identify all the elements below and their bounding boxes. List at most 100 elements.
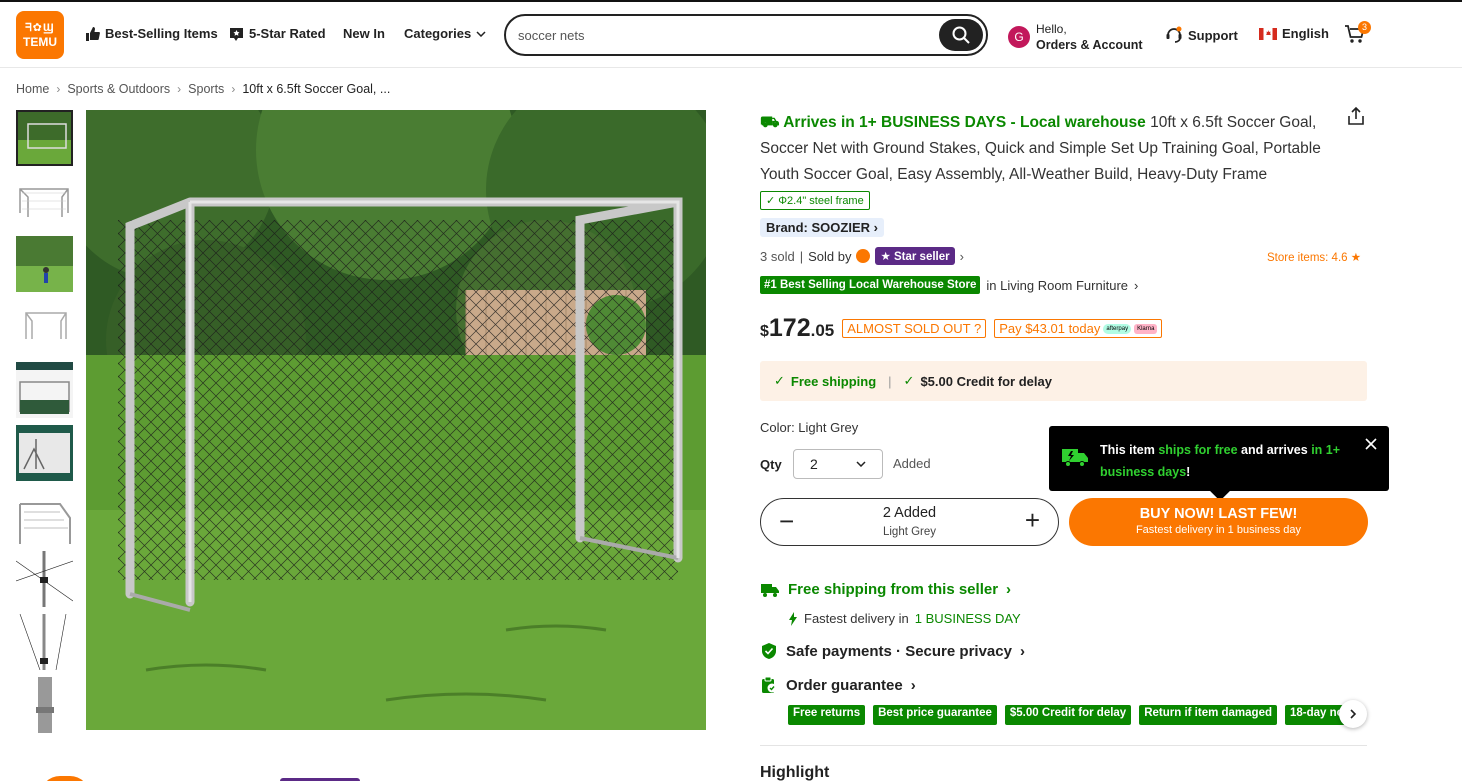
thumbnail-3[interactable] <box>16 236 73 292</box>
nav-categories-label: Categories <box>404 26 472 41</box>
search-button[interactable] <box>939 19 983 51</box>
shield-icon <box>762 643 776 659</box>
free-shipping-tooltip: This item ships for free and arrives in … <box>1049 426 1389 501</box>
nav-new-in-label: New In <box>343 26 385 41</box>
avatar[interactable]: G <box>1008 26 1030 48</box>
fastest-delivery-label: Fastest delivery in <box>804 611 909 626</box>
sold-by-label: Sold by <box>808 248 852 264</box>
chevron-down-icon <box>476 30 486 37</box>
account-greeting: Hello, <box>1036 22 1067 36</box>
chevron-right-icon: › <box>1134 277 1139 293</box>
breadcrumb-home[interactable]: Home <box>16 82 49 96</box>
main-product-image[interactable] <box>86 110 706 730</box>
quantity-stepper: − 2 Added Light Grey + <box>760 498 1059 546</box>
thumbnail-1[interactable] <box>16 110 73 166</box>
stepper-count: 2 Added <box>882 505 937 521</box>
store-items-rating[interactable]: Store items: 4.6 ★ <box>1267 250 1361 264</box>
nav-five-star[interactable]: 5-Star Rated <box>229 26 326 41</box>
star-seller-badge[interactable]: ★ Star seller <box>875 247 955 265</box>
shipping-info-box[interactable]: ✓ Free shipping | ✓ $5.00 Credit for del… <box>760 361 1367 401</box>
thumbnail-7[interactable] <box>16 488 73 544</box>
close-icon[interactable] <box>1365 438 1377 450</box>
divider: | <box>888 373 892 389</box>
arrival-text: Arrives in 1+ BUSINESS DAYS <box>783 114 1007 131</box>
pay-today-label: Pay $43.01 today <box>999 321 1101 336</box>
canada-flag-icon <box>1259 27 1277 40</box>
breadcrumb-sports[interactable]: Sports <box>188 82 224 96</box>
thumbnail-4[interactable] <box>16 299 73 355</box>
free-shipping-label: Free shipping <box>790 373 877 389</box>
increment-button[interactable]: + <box>1025 507 1040 533</box>
free-shipping-seller-link[interactable]: Free shipping from this seller › <box>760 581 1011 598</box>
buy-now-sublabel: Fastest delivery in 1 business day <box>1135 524 1302 536</box>
truck-icon <box>1062 449 1088 467</box>
chevron-right-icon: › <box>910 676 916 694</box>
language-label: English <box>1282 26 1329 41</box>
seller-row: 3 sold | Sold by ★ Star seller › <box>760 247 964 265</box>
temu-logo[interactable]: ᖷ✿Ϣ TEMU <box>16 11 64 59</box>
breadcrumb-sports-outdoors[interactable]: Sports & Outdoors <box>67 82 170 96</box>
guarantee-tags: Free returns Best price guarantee $5.00 … <box>788 705 1344 725</box>
nav-categories[interactable]: Categories <box>404 26 486 41</box>
price: $172.05 <box>760 314 835 342</box>
store-items-label: Store items: 4.6 <box>1267 252 1348 264</box>
search-bar <box>504 14 988 56</box>
support-icon <box>1166 26 1182 43</box>
lightning-icon <box>789 611 797 626</box>
cart-count-badge: 3 <box>1358 21 1371 34</box>
thumbnail-6[interactable] <box>16 425 73 481</box>
chevron-right-icon <box>1349 709 1356 719</box>
nav-new-in[interactable]: New In <box>343 26 385 41</box>
tags-next-button[interactable] <box>1339 700 1367 728</box>
highlight-heading: Highlight <box>760 764 830 781</box>
nav-best-selling-label: Best-Selling Items <box>105 26 218 41</box>
order-guarantee-link[interactable]: Order guarantee › <box>760 676 916 694</box>
support-link[interactable]: Support <box>1165 26 1238 44</box>
thumbnail-9[interactable] <box>16 614 73 670</box>
buy-now-label: BUY NOW! LAST FEW! <box>1139 506 1298 522</box>
brand-label: Brand: SOOZIER <box>766 220 871 235</box>
partial-orange-element <box>40 776 90 781</box>
nav-best-selling[interactable]: Best-Selling Items <box>85 26 218 41</box>
best-seller-row[interactable]: #1 Best Selling Local Warehouse Store in… <box>760 276 1138 294</box>
share-button[interactable] <box>1346 106 1366 131</box>
star-badge-icon <box>230 27 243 41</box>
thumbnail-10[interactable] <box>16 677 73 733</box>
brand-link[interactable]: Brand: SOOZIER › <box>760 218 884 237</box>
credit-delay-label: $5.00 Credit for delay <box>920 373 1052 389</box>
qty-label: Qty <box>760 457 782 472</box>
safe-payments-label: Safe payments · Secure privacy <box>786 642 1012 660</box>
product-title: ⛟ Arrives in 1+ BUSINESS DAYS - Local wa… <box>760 110 1340 188</box>
seller-logo-icon[interactable] <box>856 249 871 263</box>
thumbnail-8[interactable] <box>16 551 73 607</box>
sold-count: 3 sold <box>760 248 795 264</box>
fastest-delivery-value: 1 BUSINESS DAY <box>914 611 1021 626</box>
afterpay-logo: afterpay <box>1103 323 1132 334</box>
language-selector[interactable]: English <box>1259 26 1329 41</box>
search-input[interactable] <box>518 25 918 45</box>
almost-sold-out-badge[interactable]: ALMOST SOLD OUT ? <box>842 319 987 338</box>
chevron-down-icon <box>856 461 866 467</box>
quantity-select[interactable]: 2 <box>793 449 883 479</box>
account-menu[interactable]: Hello, Orders & Account <box>1036 21 1143 53</box>
pay-later-badge[interactable]: Pay $43.01 today afterpay Klarna <box>994 319 1163 338</box>
thumbnail-5[interactable] <box>16 362 73 418</box>
section-divider <box>760 745 1367 746</box>
stepper-color: Light Grey <box>882 526 937 538</box>
thumbnail-2[interactable] <box>16 173 73 229</box>
buy-now-button[interactable]: BUY NOW! LAST FEW! Fastest delivery in 1… <box>1069 498 1368 546</box>
added-label: Added <box>893 456 931 471</box>
chevron-right-icon: › <box>1006 581 1012 598</box>
star-icon: ★ <box>1350 252 1362 264</box>
account-label: Orders & Account <box>1036 38 1143 52</box>
quantity-value: 2 <box>810 456 818 472</box>
star-seller-label: Star seller <box>893 251 950 263</box>
price-row: $172.05 ALMOST SOLD OUT ? Pay $43.01 tod… <box>760 314 1163 343</box>
chevron-right-icon: › <box>959 248 964 264</box>
question-icon: ? <box>973 321 982 336</box>
guarantee-tag: $5.00 Credit for delay <box>1004 705 1132 725</box>
header: ᖷ✿Ϣ TEMU Best-Selling Items 5-Star Rated… <box>0 2 1462 68</box>
safe-payments-link[interactable]: Safe payments · Secure privacy › <box>760 642 1025 660</box>
best-seller-tag: #1 Best Selling Local Warehouse Store <box>760 276 981 294</box>
breadcrumb: Home › Sports & Outdoors › Sports › 10ft… <box>16 82 390 96</box>
